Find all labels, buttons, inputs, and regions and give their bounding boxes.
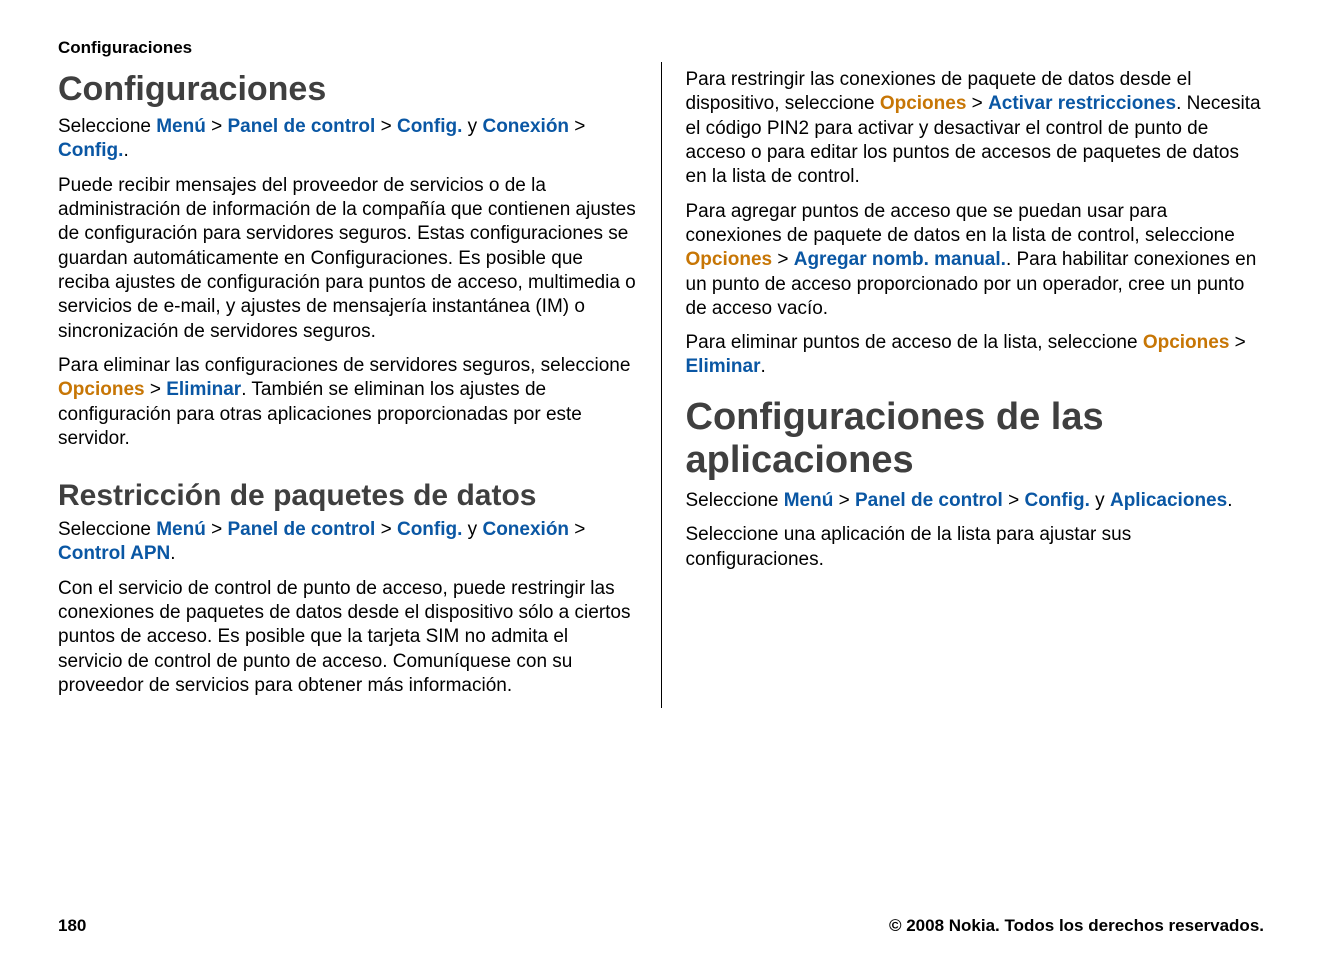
- text: .: [1227, 490, 1232, 511]
- kw-eliminar: Eliminar: [166, 379, 241, 400]
- text: Seleccione: [58, 116, 156, 137]
- paragraph-delete-config: Para eliminar las configuraciones de ser…: [58, 354, 637, 451]
- text: Para agregar puntos de acceso que se pue…: [686, 201, 1235, 246]
- paragraph-desc-1: Puede recibir mensajes del proveedor de …: [58, 174, 637, 344]
- kw-aplicaciones: Aplicaciones: [1110, 490, 1227, 511]
- kw-conexion: Conexión: [482, 519, 569, 540]
- paragraph-restrict: Para restringir las conexiones de paquet…: [686, 68, 1265, 190]
- text: Seleccione: [686, 490, 784, 511]
- kw-menu: Menú: [156, 519, 206, 540]
- sep: >: [206, 519, 228, 540]
- kw-menu: Menú: [784, 490, 834, 511]
- kw-agregar-nomb-manual: Agregar nomb. manual.: [794, 249, 1006, 270]
- sep: >: [772, 249, 794, 270]
- paragraph-apn-desc: Con el servicio de control de punto de a…: [58, 577, 637, 699]
- paragraph-delete-ap: Para eliminar puntos de acceso de la lis…: [686, 331, 1265, 380]
- kw-config: Config.: [1024, 490, 1089, 511]
- kw-eliminar: Eliminar: [686, 356, 761, 377]
- sep: >: [375, 116, 397, 137]
- paragraph-select-app: Seleccione una aplicación de la lista pa…: [686, 523, 1265, 572]
- heading-configuraciones: Configuraciones: [58, 70, 637, 109]
- nav-path-2: Seleccione Menú > Panel de control > Con…: [58, 518, 637, 567]
- sep: >: [1003, 490, 1025, 511]
- kw-opciones: Opciones: [58, 379, 145, 400]
- text: Para eliminar las configuraciones de ser…: [58, 355, 630, 376]
- kw-config: Config.: [58, 140, 123, 161]
- page-number: 180: [58, 916, 86, 936]
- text: y: [462, 116, 482, 137]
- kw-menu: Menú: [156, 116, 206, 137]
- paragraph-add-ap: Para agregar puntos de acceso que se pue…: [686, 200, 1265, 322]
- text: y: [1090, 490, 1110, 511]
- kw-panel-de-control: Panel de control: [228, 519, 376, 540]
- sep: >: [1229, 332, 1245, 353]
- kw-opciones: Opciones: [880, 93, 967, 114]
- heading-restriccion-paquetes: Restricción de paquetes de datos: [58, 479, 637, 512]
- text: Seleccione: [58, 519, 156, 540]
- sep: >: [569, 519, 585, 540]
- nav-path-1: Seleccione Menú > Panel de control > Con…: [58, 115, 637, 164]
- kw-panel-de-control: Panel de control: [228, 116, 376, 137]
- kw-conexion: Conexión: [482, 116, 569, 137]
- text: .: [170, 543, 175, 564]
- kw-config: Config.: [397, 519, 462, 540]
- kw-panel-de-control: Panel de control: [855, 490, 1003, 511]
- document-page: Configuraciones Configuraciones Seleccio…: [0, 0, 1322, 708]
- page-footer: 180 © 2008 Nokia. Todos los derechos res…: [58, 916, 1264, 936]
- heading-config-aplicaciones: Configuraciones de las aplicaciones: [686, 396, 1265, 483]
- sep: >: [206, 116, 228, 137]
- sep: >: [966, 93, 988, 114]
- kw-activar-restricciones: Activar restricciones: [988, 93, 1176, 114]
- sep: >: [569, 116, 585, 137]
- sep: >: [145, 379, 167, 400]
- columns-container: Configuraciones Seleccione Menú > Panel …: [58, 62, 1264, 708]
- text: .: [123, 140, 128, 161]
- text: Para eliminar puntos de acceso de la lis…: [686, 332, 1143, 353]
- page-header: Configuraciones: [58, 38, 1264, 58]
- copyright-text: © 2008 Nokia. Todos los derechos reserva…: [889, 916, 1264, 936]
- kw-opciones: Opciones: [686, 249, 773, 270]
- sep: >: [833, 490, 855, 511]
- left-column: Configuraciones Seleccione Menú > Panel …: [58, 62, 662, 708]
- text: .: [760, 356, 765, 377]
- text: y: [462, 519, 482, 540]
- sep: >: [375, 519, 397, 540]
- kw-opciones: Opciones: [1143, 332, 1230, 353]
- right-column: Para restringir las conexiones de paquet…: [662, 62, 1265, 708]
- kw-control-apn: Control APN: [58, 543, 170, 564]
- kw-config: Config.: [397, 116, 462, 137]
- nav-path-3: Seleccione Menú > Panel de control > Con…: [686, 489, 1265, 513]
